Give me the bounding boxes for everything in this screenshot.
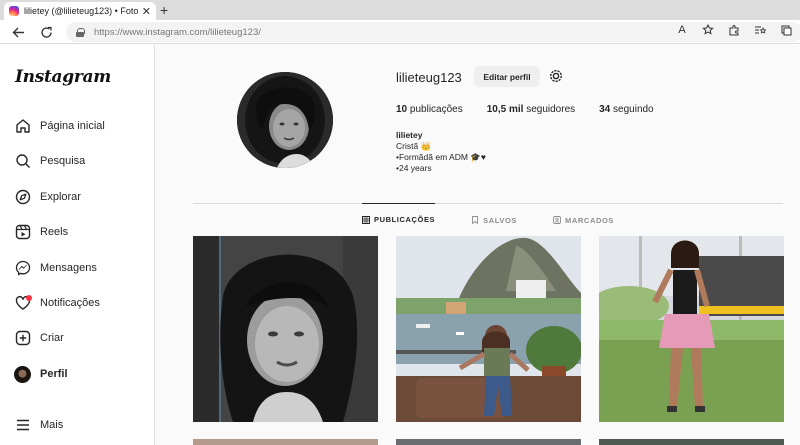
tab-tagged-label: MARCADOS <box>565 215 615 225</box>
nav-notifications-label: Notificações <box>40 297 100 309</box>
profile-stats: 10 publicações 10,5 mil seguidores 34 se… <box>396 104 678 115</box>
tab-posts[interactable]: PUBLICAÇÕES <box>361 203 436 235</box>
tab-saved-label: SALVOS <box>483 215 518 225</box>
instagram-logo[interactable]: Instagram <box>15 67 111 87</box>
hamburger-menu-icon <box>14 417 31 434</box>
instagram-sidebar: Instagram Página inicial Pesquisa Explor… <box>0 45 155 445</box>
nav-create[interactable]: Criar <box>14 327 64 349</box>
favorites-bar-icon[interactable] <box>752 24 768 39</box>
profile-bio: lilietey Cristã 👑 •Formãdã em ADM 🎓♥ •24… <box>396 130 486 174</box>
grid-icon <box>361 215 370 224</box>
nav-home-label: Página inicial <box>40 120 105 132</box>
new-tab-button[interactable]: + <box>160 2 168 18</box>
heart-icon <box>14 294 32 312</box>
post-thumbnail[interactable] <box>599 439 784 445</box>
nav-reels-label: Reels <box>40 226 69 238</box>
nav-profile-label: Perfil <box>40 368 68 380</box>
nav-more-label: Mais <box>40 419 64 431</box>
profile-picture[interactable] <box>237 72 333 168</box>
tab-saved[interactable]: SALVOS <box>471 204 517 236</box>
stat-followers-value: 10,5 mil <box>486 104 524 115</box>
stat-posts-label: publicações <box>409 104 463 115</box>
nav-profile[interactable]: Perfil <box>14 363 68 385</box>
nav-home[interactable]: Página inicial <box>14 115 105 137</box>
reload-icon[interactable] <box>38 24 54 40</box>
url-prefix: https://www.instagram.com/ <box>94 26 211 38</box>
stat-following-value: 34 <box>599 104 611 115</box>
stat-followers-label: seguidores <box>526 104 576 115</box>
stat-posts[interactable]: 10 publicações <box>396 104 463 115</box>
tab-tagged[interactable]: MARCADOS <box>553 204 614 236</box>
extensions-icon[interactable] <box>726 24 742 39</box>
plus-square-icon <box>14 330 31 347</box>
bio-line: Cristã 👑 <box>396 141 432 151</box>
tab-close-button[interactable]: ✕ <box>142 5 151 18</box>
bookmark-icon <box>471 216 479 225</box>
nav-explore-label: Explorar <box>40 191 81 203</box>
read-aloud-icon[interactable]: A <box>674 24 690 39</box>
profile-tabs: PUBLICAÇÕES SALVOS MARCADOS <box>193 203 783 236</box>
nav-more[interactable]: Mais <box>14 414 63 436</box>
messenger-icon <box>14 260 31 277</box>
stat-following-label: seguindo <box>613 104 654 115</box>
nav-search-label: Pesquisa <box>40 155 86 167</box>
post-thumbnail[interactable] <box>599 236 784 422</box>
post-thumbnail[interactable] <box>396 439 581 445</box>
nav-search[interactable]: Pesquisa <box>14 150 85 172</box>
compass-icon <box>14 189 31 206</box>
post-thumbnail[interactable] <box>193 439 378 445</box>
bio-name: lilietey <box>396 130 423 140</box>
nav-create-label: Criar <box>40 332 64 344</box>
browser-tab-strip: lilietey (@lilieteug123) • Fotos e v ✕ + <box>0 0 800 20</box>
stat-posts-value: 10 <box>396 104 408 115</box>
stat-following[interactable]: 34 seguindo <box>599 104 654 115</box>
bio-line: •Formãdã em ADM 🎓♥ <box>396 152 486 162</box>
nav-explore[interactable]: Explorar <box>14 186 81 208</box>
lock-icon <box>76 27 85 37</box>
post-thumbnail[interactable] <box>396 236 581 422</box>
profile-username: lilieteug123 <box>396 70 462 85</box>
reels-icon <box>14 224 31 241</box>
home-icon <box>14 118 31 135</box>
bio-line: •24 years <box>396 163 432 173</box>
search-icon <box>14 153 31 170</box>
tagged-icon <box>553 216 561 224</box>
nav-messages-label: Mensagens <box>40 262 97 274</box>
nav-notifications[interactable]: Notificações <box>14 292 100 314</box>
browser-toolbar-icons: A <box>674 23 794 39</box>
nav-messages[interactable]: Mensagens <box>14 257 97 279</box>
nav-reels[interactable]: Reels <box>14 221 68 243</box>
instagram-favicon-icon <box>9 6 19 16</box>
avatar <box>14 365 31 383</box>
back-icon[interactable] <box>10 24 26 40</box>
collections-icon[interactable] <box>778 24 794 39</box>
settings-gear-icon[interactable] <box>548 68 564 84</box>
browser-tab[interactable]: lilietey (@lilieteug123) • Fotos e v ✕ <box>4 2 156 20</box>
notification-dot <box>26 294 32 301</box>
stat-followers[interactable]: 10,5 mil seguidores <box>487 104 575 115</box>
url-path: lilieteug123/ <box>210 26 261 38</box>
tab-posts-label: PUBLICAÇÕES <box>373 215 436 224</box>
edit-profile-button[interactable]: Editar perfil <box>474 66 540 87</box>
post-thumbnail[interactable] <box>193 236 378 422</box>
favorite-star-icon[interactable] <box>700 23 716 39</box>
tab-title: lilietey (@lilieteug123) • Fotos e v <box>24 6 138 16</box>
